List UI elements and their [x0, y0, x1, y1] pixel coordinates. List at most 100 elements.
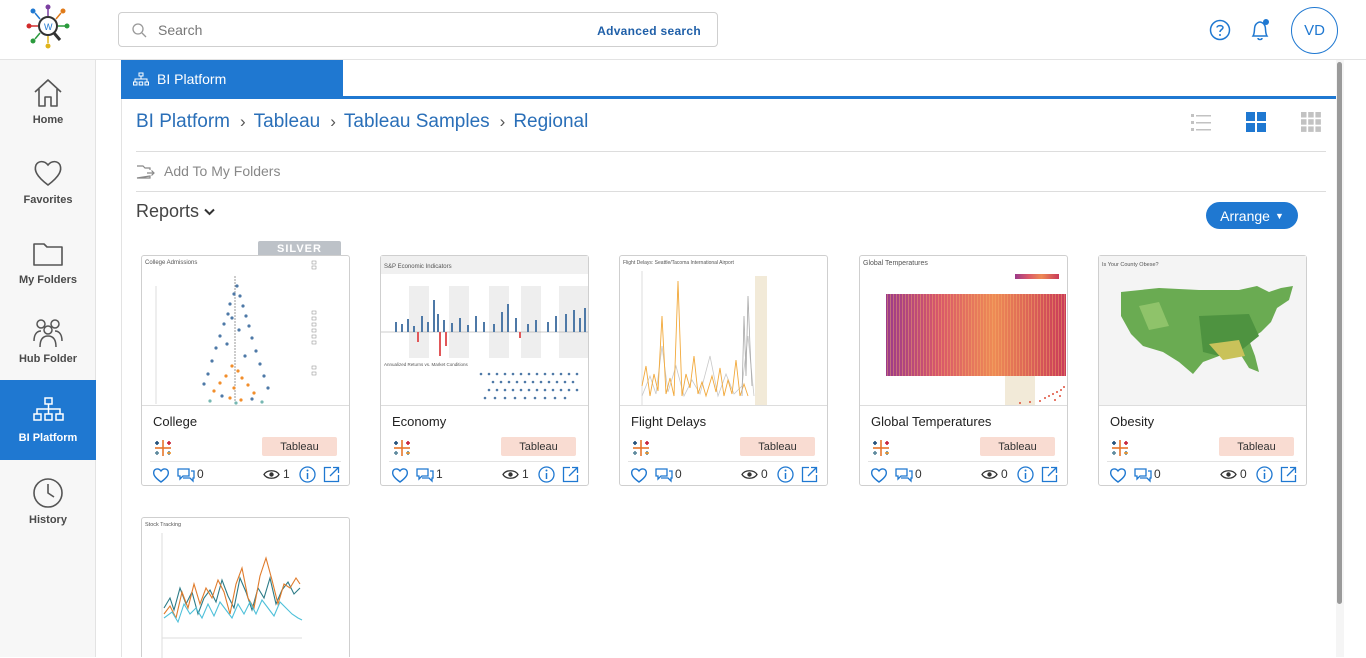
divider	[150, 461, 341, 462]
report-title[interactable]: Obesity	[1110, 414, 1154, 429]
comment-count: 0	[915, 467, 922, 481]
scrollbar-thumb[interactable]	[1337, 62, 1342, 604]
search-icon	[132, 23, 147, 38]
report-thumbnail[interactable]: S&P Economic Indicators Annualized Retur…	[381, 256, 588, 406]
views-eye-icon	[502, 470, 519, 479]
view-count: 1	[283, 467, 290, 481]
thumb-title: S&P Economic Indicators	[384, 264, 452, 270]
open-external-icon[interactable]	[1041, 466, 1058, 483]
report-title[interactable]: College	[153, 414, 197, 429]
divider	[628, 461, 819, 462]
home-icon	[34, 79, 62, 107]
info-icon[interactable]	[1017, 466, 1034, 483]
info-icon[interactable]	[777, 466, 794, 483]
info-icon[interactable]	[299, 466, 316, 483]
arrange-button[interactable]: Arrange ▼	[1206, 202, 1298, 229]
report-card[interactable]: College Admissions College Tableau 0 1	[141, 255, 350, 486]
search-input[interactable]: Search Advanced search	[118, 12, 718, 47]
comment-count: 0	[1154, 467, 1161, 481]
source-badge: Tableau	[1219, 437, 1294, 456]
thumb-title: Global Temperatures	[863, 260, 928, 267]
breadcrumb-item[interactable]: Regional	[513, 111, 588, 133]
breadcrumb-item[interactable]: Tableau Samples	[344, 111, 490, 133]
report-title[interactable]: Global Temperatures	[871, 414, 991, 429]
report-title[interactable]: Economy	[392, 414, 446, 429]
breadcrumb-item[interactable]: BI Platform	[136, 111, 230, 133]
caret-down-icon: ▼	[1274, 210, 1284, 221]
report-thumbnail[interactable]: Flight Delays: Seattle/Tacoma Internatio…	[620, 256, 827, 406]
nav-favorites[interactable]: Favorites	[0, 142, 96, 222]
nav-home-label: Home	[32, 114, 64, 126]
hierarchy-icon	[33, 397, 64, 421]
favorite-heart-icon[interactable]	[870, 467, 888, 483]
small-grid-view-icon[interactable]	[1300, 111, 1322, 133]
tab-underline	[121, 96, 1341, 99]
report-thumbnail[interactable]: Stock Tracking	[142, 518, 349, 658]
report-title[interactable]: Flight Delays	[631, 414, 706, 429]
report-thumbnail[interactable]: Global Temperatures	[860, 256, 1067, 406]
thumb-title: College Admissions	[145, 260, 197, 266]
tableau-logo-icon	[155, 440, 171, 456]
favorite-heart-icon[interactable]	[1109, 467, 1127, 483]
comment-count: 0	[675, 467, 682, 481]
report-card[interactable]: Is Your County Obese? Obesity Tableau 0 …	[1098, 255, 1307, 486]
nav-my-folders[interactable]: My Folders	[0, 222, 96, 302]
report-card[interactable]: Flight Delays: Seattle/Tacoma Internatio…	[619, 255, 828, 486]
top-bar: Search Advanced search VD	[96, 0, 1366, 60]
nav-history[interactable]: History	[0, 462, 96, 542]
open-external-icon[interactable]	[323, 466, 340, 483]
report-card[interactable]: S&P Economic Indicators Annualized Retur…	[380, 255, 589, 486]
users-icon	[33, 319, 63, 348]
breadcrumb-item[interactable]: Tableau	[254, 111, 321, 133]
notification-bell-icon[interactable]	[1249, 18, 1271, 42]
view-count: 0	[761, 467, 768, 481]
comments-icon[interactable]	[416, 467, 434, 483]
grid-view-icon[interactable]	[1245, 111, 1267, 133]
report-thumbnail[interactable]: College Admissions	[142, 256, 349, 406]
view-count: 0	[1001, 467, 1008, 481]
advanced-search-link[interactable]: Advanced search	[597, 24, 701, 38]
info-icon[interactable]	[538, 466, 555, 483]
app-logo-icon: W	[26, 4, 70, 49]
search-placeholder: Search	[158, 22, 203, 38]
add-to-my-folders-button[interactable]: Add To My Folders	[136, 163, 280, 179]
tableau-logo-icon	[633, 440, 649, 456]
favorite-heart-icon[interactable]	[152, 467, 170, 483]
comments-icon[interactable]	[1134, 467, 1152, 483]
comment-count: 0	[197, 467, 204, 481]
open-external-icon[interactable]	[801, 466, 818, 483]
report-card[interactable]: Stock Tracking	[141, 517, 350, 658]
chevron-right-icon: ›	[239, 112, 246, 131]
nav-my-folders-label: My Folders	[18, 274, 78, 286]
nav-favorites-label: Favorites	[23, 194, 73, 206]
folder-add-icon	[136, 164, 155, 179]
report-card[interactable]: Global Temperatures Global Temperatures …	[859, 255, 1068, 486]
nav-bi-platform[interactable]: BI Platform	[0, 380, 96, 460]
favorite-heart-icon[interactable]	[630, 467, 648, 483]
tab-bi-platform[interactable]: BI Platform	[121, 60, 343, 97]
app-logo[interactable]: W	[0, 0, 96, 60]
thumb-title: Is Your County Obese?	[1102, 262, 1159, 268]
nav-hub-folder-label: Hub Folder	[18, 353, 78, 365]
chevron-right-icon: ›	[330, 112, 336, 131]
divider	[136, 191, 1326, 192]
favorite-heart-icon[interactable]	[391, 467, 409, 483]
comments-icon[interactable]	[655, 467, 673, 483]
source-badge: Tableau	[501, 437, 576, 456]
open-external-icon[interactable]	[562, 466, 579, 483]
reports-label: Reports	[136, 201, 200, 221]
list-view-icon[interactable]	[1190, 111, 1212, 133]
info-icon[interactable]	[1256, 466, 1273, 483]
tableau-logo-icon	[873, 440, 889, 456]
divider	[136, 151, 1326, 152]
user-avatar[interactable]: VD	[1291, 7, 1338, 54]
help-icon[interactable]	[1209, 19, 1231, 41]
comments-icon[interactable]	[177, 467, 195, 483]
tab-label: BI Platform	[157, 70, 227, 87]
comments-icon[interactable]	[895, 467, 913, 483]
reports-dropdown[interactable]: Reports	[136, 201, 215, 222]
nav-hub-folder[interactable]: Hub Folder	[0, 301, 96, 381]
report-thumbnail[interactable]: Is Your County Obese?	[1099, 256, 1306, 406]
nav-home[interactable]: Home	[0, 62, 96, 142]
open-external-icon[interactable]	[1280, 466, 1297, 483]
